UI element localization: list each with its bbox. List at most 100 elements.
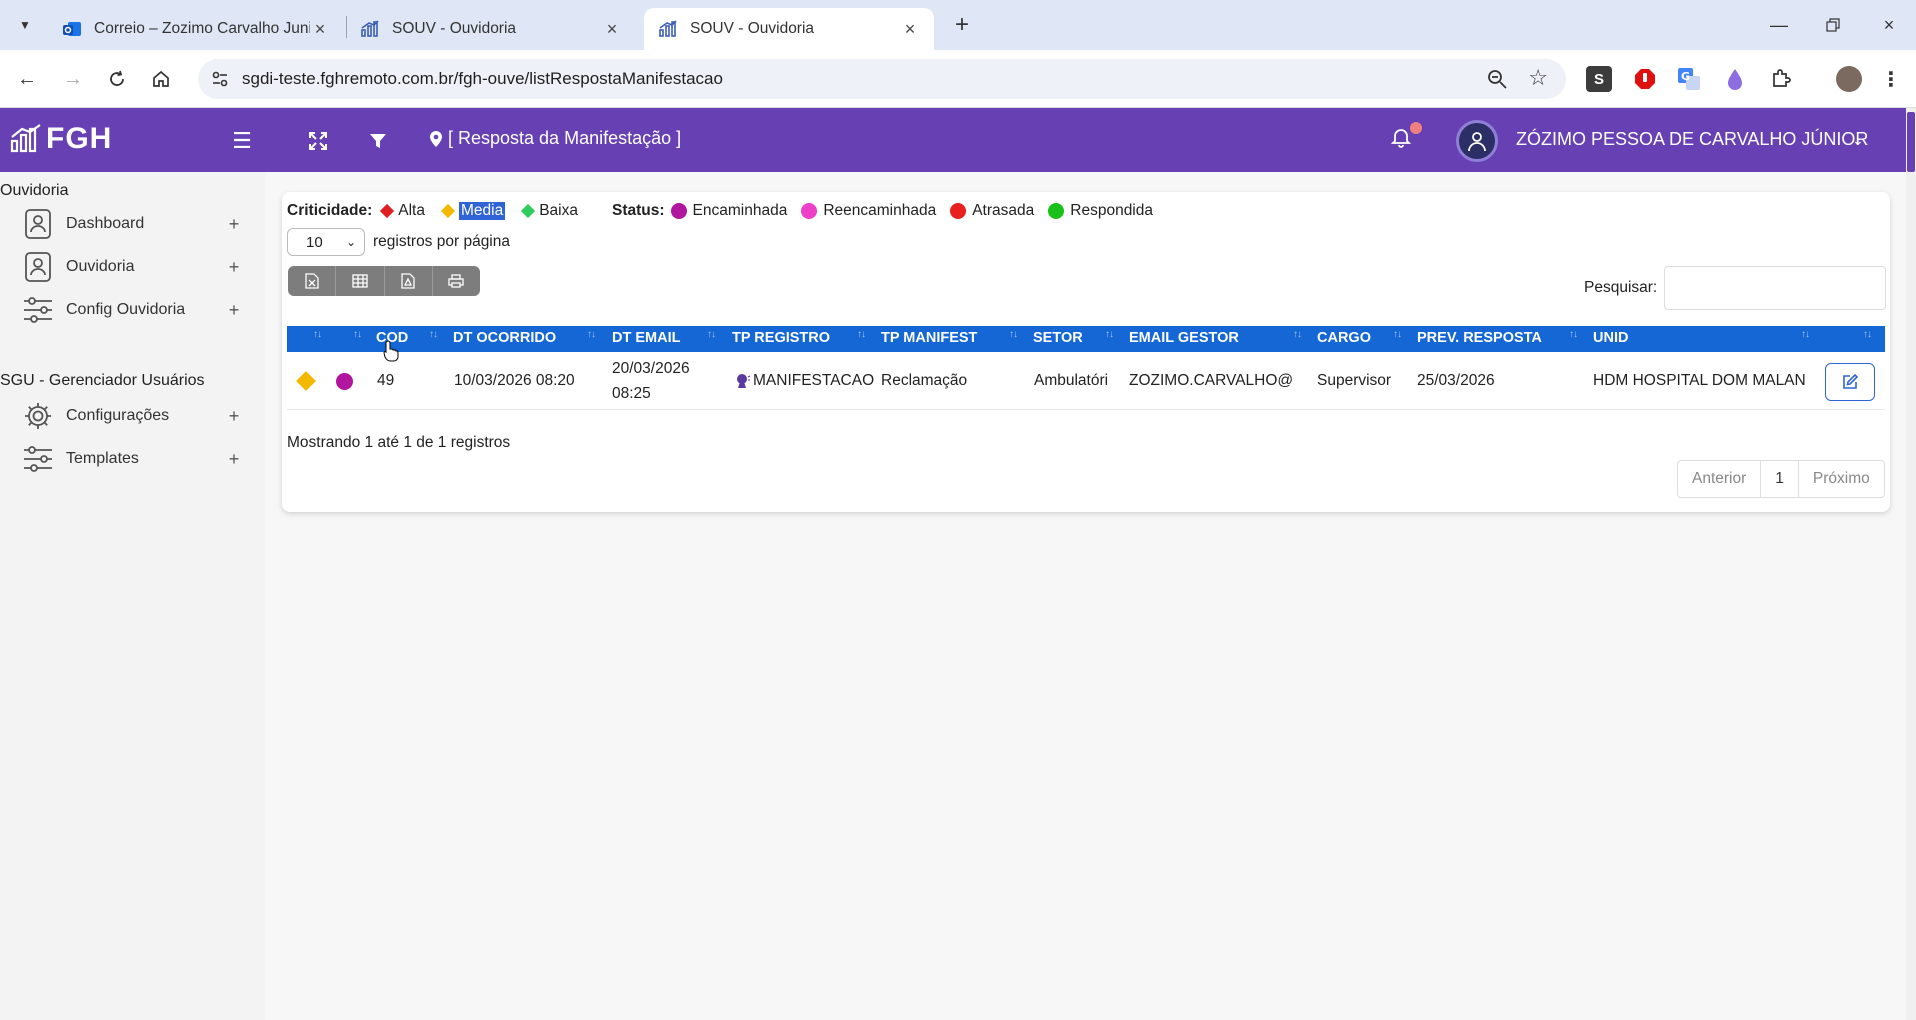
- sidebar-item-config-ouvidoria[interactable]: Config Ouvidoria +: [20, 292, 244, 328]
- tab-souv-2-active[interactable]: SOUV - Ouvidoria ×: [644, 8, 934, 50]
- forward-arrow-icon[interactable]: →: [58, 64, 88, 94]
- extensions-puzzle-icon[interactable]: [1768, 66, 1794, 92]
- translate-icon[interactable]: G: [1676, 66, 1702, 92]
- sort-icon[interactable]: ↑↓: [1105, 329, 1114, 340]
- sort-icon[interactable]: ↑↓: [1009, 329, 1018, 340]
- export-csv-button[interactable]: [336, 266, 385, 296]
- printer-icon: [448, 274, 465, 288]
- table-header: ↑↓ ↑↓ COD ↑↓ DT OCORRIDO ↑↓ DT EMAIL ↑↓ …: [287, 326, 1885, 352]
- scrollbar-thumb[interactable]: [1907, 112, 1915, 172]
- tab-label: SOUV - Ouvidoria: [392, 20, 517, 37]
- site-settings-icon[interactable]: [210, 69, 230, 89]
- col-unid[interactable]: UNID: [1593, 330, 1628, 346]
- map-marker-icon: [430, 130, 442, 147]
- user-name[interactable]: ZÓZIMO PESSOA DE CARVALHO JÚNIOR: [1516, 129, 1868, 150]
- col-email-gestor[interactable]: EMAIL GESTOR: [1129, 330, 1239, 346]
- page-scrollbar[interactable]: [1906, 108, 1916, 1020]
- tab-souv-1[interactable]: SOUV - Ouvidoria ×: [346, 8, 636, 50]
- per-page-select[interactable]: 10 ⌄: [287, 228, 365, 256]
- print-button[interactable]: [433, 266, 480, 296]
- window-close-icon[interactable]: ×: [1866, 10, 1912, 40]
- profile-avatar-icon[interactable]: [1836, 66, 1862, 92]
- per-page-value: 10: [306, 233, 323, 251]
- pagination-page-1[interactable]: 1: [1761, 461, 1799, 497]
- cell-cargo: Supervisor: [1317, 372, 1392, 389]
- minimize-icon[interactable]: —: [1756, 10, 1802, 40]
- sidebar-item-dashboard[interactable]: Dashboard +: [20, 206, 244, 242]
- back-arrow-icon[interactable]: ←: [12, 64, 42, 94]
- hamburger-menu-icon[interactable]: ☰: [227, 126, 257, 156]
- sidebar-item-templates[interactable]: Templates +: [20, 441, 244, 477]
- sort-icon[interactable]: ↑↓: [1569, 329, 1578, 340]
- plus-icon[interactable]: +: [224, 406, 244, 427]
- sidebar-item-label: Templates: [66, 450, 139, 467]
- zoom-icon[interactable]: [1486, 68, 1508, 90]
- home-icon[interactable]: [146, 64, 176, 94]
- search-input[interactable]: [1664, 266, 1886, 310]
- restore-icon[interactable]: [1810, 10, 1856, 40]
- tab-correio[interactable]: Correio – Zozimo Carvalho Juni ×: [48, 8, 344, 50]
- sort-icon[interactable]: ↑↓: [1863, 329, 1872, 340]
- filter-icon[interactable]: [363, 126, 393, 156]
- pagination-previous[interactable]: Anterior: [1678, 461, 1762, 497]
- extension-s-icon[interactable]: S: [1586, 66, 1612, 92]
- pagination: Anterior 1 Próximo: [1677, 460, 1885, 498]
- sidebar: Ouvidoria Dashboard + Ouvidoria + Config…: [0, 172, 265, 1020]
- col-cargo[interactable]: CARGO: [1317, 330, 1371, 346]
- file-pdf-icon: [401, 273, 415, 289]
- cell-setor: Ambulatóri: [1034, 372, 1109, 389]
- close-icon[interactable]: ×: [900, 19, 920, 40]
- extension-stop-icon[interactable]: [1632, 66, 1658, 92]
- table-row[interactable]: 49 10/03/2026 08:20 20/03/2026 08:25 MAN…: [287, 352, 1885, 410]
- bookmark-star-icon[interactable]: ☆: [1528, 65, 1548, 91]
- col-tp-manifest[interactable]: TP MANIFEST: [881, 330, 977, 346]
- sort-icon[interactable]: ↑↓: [1801, 329, 1810, 340]
- sort-icon[interactable]: ↑↓: [313, 329, 322, 340]
- sort-icon[interactable]: ↑↓: [707, 329, 716, 340]
- sort-icon[interactable]: ↑↓: [587, 329, 596, 340]
- cell-dt-email-date: 20/03/2026: [612, 360, 690, 377]
- legend-label: Respondida: [1070, 202, 1153, 219]
- sort-icon[interactable]: ↑↓: [353, 329, 362, 340]
- search-label: Pesquisar:: [1584, 279, 1658, 296]
- export-pdf-button[interactable]: [385, 266, 433, 296]
- fgh-logo[interactable]: FGH: [10, 122, 112, 156]
- pagination-next[interactable]: Próximo: [1799, 461, 1884, 497]
- sidebar-item-label: Ouvidoria: [66, 258, 135, 275]
- sidebar-item-configuracoes[interactable]: Configurações +: [20, 398, 244, 434]
- tab-list-chevron-icon[interactable]: ▼: [12, 12, 38, 38]
- legend-reencaminhada: Reencaminhada: [801, 202, 936, 220]
- close-icon[interactable]: ×: [310, 19, 330, 40]
- per-page-label: registros por página: [373, 233, 510, 250]
- diamond-icon: [440, 203, 456, 219]
- fullscreen-icon[interactable]: [303, 126, 333, 156]
- legend-respondida: Respondida: [1048, 202, 1153, 220]
- browser-menu-icon[interactable]: ⋮: [1878, 66, 1904, 92]
- plus-icon[interactable]: +: [224, 214, 244, 235]
- plus-icon[interactable]: +: [224, 449, 244, 470]
- sort-icon[interactable]: ↑↓: [1293, 329, 1302, 340]
- user-avatar-icon[interactable]: [1456, 120, 1498, 162]
- plus-icon[interactable]: +: [224, 257, 244, 278]
- file-excel-icon: [304, 273, 319, 289]
- legend-label: Media: [458, 202, 506, 220]
- extension-drop-icon[interactable]: [1722, 66, 1748, 92]
- sort-icon[interactable]: ↑↓: [857, 329, 866, 340]
- sort-icon[interactable]: ↑↓: [1393, 329, 1402, 340]
- edit-button[interactable]: [1825, 363, 1875, 401]
- chevron-down-icon[interactable]: ⌄: [1852, 132, 1864, 149]
- col-prev-resposta[interactable]: PREV. RESPOSTA: [1417, 330, 1542, 346]
- sort-icon[interactable]: ↑↓: [429, 329, 438, 340]
- col-tp-registro[interactable]: TP REGISTRO: [732, 330, 830, 346]
- address-bar[interactable]: sgdi-teste.fghremoto.com.br/fgh-ouve/lis…: [198, 59, 1566, 99]
- col-dt-email[interactable]: DT EMAIL: [612, 330, 680, 346]
- legend-label: Alta: [398, 202, 425, 219]
- export-excel-button[interactable]: [288, 266, 337, 296]
- sidebar-item-ouvidoria[interactable]: Ouvidoria +: [20, 249, 244, 285]
- plus-icon[interactable]: +: [224, 300, 244, 321]
- col-setor[interactable]: SETOR: [1033, 330, 1083, 346]
- new-tab-plus-icon[interactable]: +: [949, 11, 975, 38]
- close-icon[interactable]: ×: [602, 19, 622, 40]
- col-dt-ocorrido[interactable]: DT OCORRIDO: [453, 330, 556, 346]
- reload-icon[interactable]: [102, 64, 132, 94]
